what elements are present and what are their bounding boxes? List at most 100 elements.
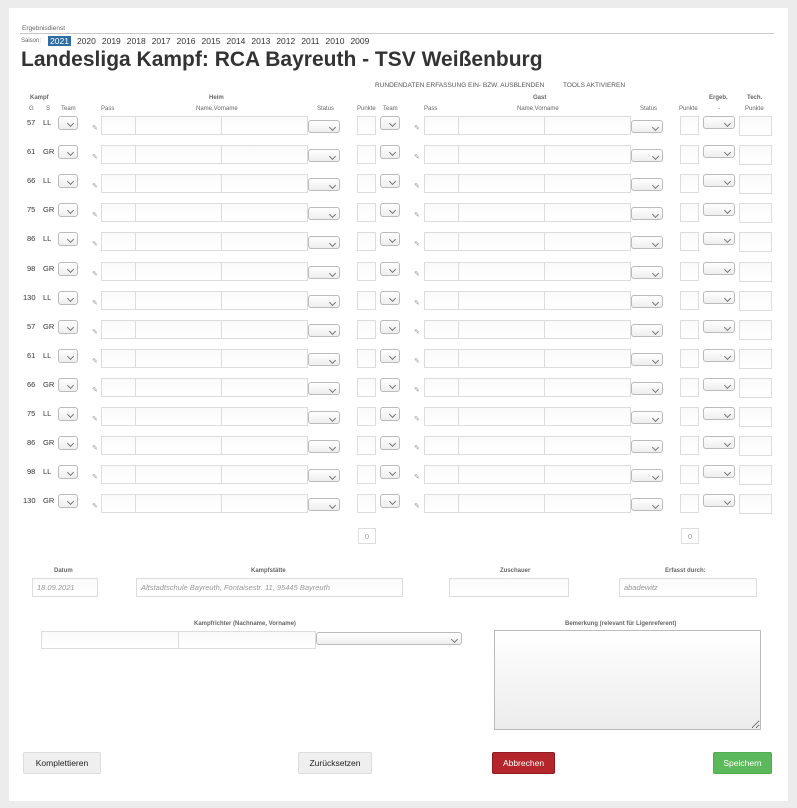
gast-points-field[interactable] — [680, 378, 699, 397]
heim-points-field[interactable] — [357, 145, 376, 164]
tech-points-field[interactable] — [739, 436, 772, 456]
heim-firstname-field[interactable] — [221, 145, 308, 164]
kampfstaette-field[interactable]: Altstadtschule Bayreuth, Fontaisestr. 11… — [136, 578, 403, 597]
heim-status-select[interactable] — [308, 382, 340, 395]
gast-edit-icon[interactable]: ✎ — [414, 270, 420, 278]
gast-firstname-field[interactable] — [544, 174, 631, 193]
gast-lastname-field[interactable] — [458, 291, 545, 310]
heim-firstname-field[interactable] — [221, 494, 308, 513]
heim-pass-field[interactable] — [101, 145, 136, 164]
gast-points-field[interactable] — [680, 349, 699, 368]
ergebnis-select[interactable] — [703, 436, 735, 449]
gast-edit-icon[interactable]: ✎ — [414, 386, 420, 394]
heim-team-select[interactable] — [58, 291, 78, 305]
heim-firstname-field[interactable] — [221, 320, 308, 339]
heim-status-select[interactable] — [308, 266, 340, 279]
gast-team-select[interactable] — [380, 232, 400, 246]
heim-points-field[interactable] — [357, 291, 376, 310]
heim-firstname-field[interactable] — [221, 436, 308, 455]
gast-team-select[interactable] — [380, 465, 400, 479]
gast-firstname-field[interactable] — [544, 145, 631, 164]
gast-lastname-field[interactable] — [458, 116, 545, 135]
tech-points-field[interactable] — [739, 407, 772, 427]
gast-lastname-field[interactable] — [458, 407, 545, 426]
heim-points-field[interactable] — [357, 203, 376, 222]
gast-points-field[interactable] — [680, 465, 699, 484]
heim-team-select[interactable] — [58, 494, 78, 508]
heim-points-field[interactable] — [357, 465, 376, 484]
heim-edit-icon[interactable]: ✎ — [92, 473, 98, 481]
heim-edit-icon[interactable]: ✎ — [92, 240, 98, 248]
gast-pass-field[interactable] — [424, 174, 459, 193]
zuruecksetzen-button[interactable]: Zurücksetzen — [298, 752, 372, 774]
gast-points-field[interactable] — [680, 116, 699, 135]
gast-team-select[interactable] — [380, 145, 400, 159]
gast-lastname-field[interactable] — [458, 232, 545, 251]
season-year-2011[interactable]: 2011 — [301, 36, 319, 46]
ergebnis-select[interactable] — [703, 116, 735, 129]
heim-points-field[interactable] — [357, 407, 376, 426]
gast-points-field[interactable] — [680, 174, 699, 193]
gast-team-select[interactable] — [380, 116, 400, 130]
gast-lastname-field[interactable] — [458, 174, 545, 193]
heim-status-select[interactable] — [308, 498, 340, 511]
komplettieren-button[interactable]: Komplettieren — [23, 752, 101, 774]
gast-pass-field[interactable] — [424, 291, 459, 310]
heim-pass-field[interactable] — [101, 407, 136, 426]
heim-points-field[interactable] — [357, 116, 376, 135]
heim-edit-icon[interactable]: ✎ — [92, 357, 98, 365]
gast-edit-icon[interactable]: ✎ — [414, 328, 420, 336]
season-year-2010[interactable]: 2010 — [326, 36, 345, 46]
gast-firstname-field[interactable] — [544, 465, 631, 484]
heim-lastname-field[interactable] — [135, 407, 222, 426]
bemerkung-textarea[interactable] — [494, 630, 761, 730]
season-year-2014[interactable]: 2014 — [226, 36, 245, 46]
tech-points-field[interactable] — [739, 320, 772, 340]
gast-edit-icon[interactable]: ✎ — [414, 153, 420, 161]
heim-points-field[interactable] — [357, 320, 376, 339]
heim-status-select[interactable] — [308, 353, 340, 366]
gast-team-select[interactable] — [380, 291, 400, 305]
season-year-2015[interactable]: 2015 — [202, 36, 221, 46]
heim-edit-icon[interactable]: ✎ — [92, 182, 98, 190]
tech-points-field[interactable] — [739, 262, 772, 282]
gast-lastname-field[interactable] — [458, 203, 545, 222]
season-year-2009[interactable]: 2009 — [350, 36, 369, 46]
gast-lastname-field[interactable] — [458, 262, 545, 281]
heim-edit-icon[interactable]: ✎ — [92, 444, 98, 452]
heim-lastname-field[interactable] — [135, 203, 222, 222]
heim-status-select[interactable] — [308, 149, 340, 162]
gast-firstname-field[interactable] — [544, 116, 631, 135]
datum-field[interactable]: 18.09.2021 — [32, 578, 98, 597]
gast-edit-icon[interactable]: ✎ — [414, 124, 420, 132]
heim-team-select[interactable] — [58, 320, 78, 334]
gast-edit-icon[interactable]: ✎ — [414, 502, 420, 510]
gast-points-field[interactable] — [680, 291, 699, 310]
gast-edit-icon[interactable]: ✎ — [414, 473, 420, 481]
tech-points-field[interactable] — [739, 232, 772, 252]
gast-points-field[interactable] — [680, 262, 699, 281]
heim-edit-icon[interactable]: ✎ — [92, 299, 98, 307]
heim-team-select[interactable] — [58, 378, 78, 392]
ergebnis-select[interactable] — [703, 203, 735, 216]
ergebnis-select[interactable] — [703, 465, 735, 478]
ergebnis-select[interactable] — [703, 145, 735, 158]
heim-pass-field[interactable] — [101, 320, 136, 339]
season-year-2018[interactable]: 2018 — [127, 36, 146, 46]
heim-pass-field[interactable] — [101, 494, 136, 513]
tech-points-field[interactable] — [739, 291, 772, 311]
heim-status-select[interactable] — [308, 236, 340, 249]
gast-edit-icon[interactable]: ✎ — [414, 240, 420, 248]
season-year-2012[interactable]: 2012 — [276, 36, 295, 46]
gast-pass-field[interactable] — [424, 232, 459, 251]
heim-firstname-field[interactable] — [221, 174, 308, 193]
heim-status-select[interactable] — [308, 120, 340, 133]
heim-pass-field[interactable] — [101, 232, 136, 251]
ergebnis-select[interactable] — [703, 494, 735, 507]
gast-pass-field[interactable] — [424, 203, 459, 222]
heim-edit-icon[interactable]: ✎ — [92, 502, 98, 510]
heim-points-field[interactable] — [357, 494, 376, 513]
heim-team-select[interactable] — [58, 349, 78, 363]
gast-points-field[interactable] — [680, 232, 699, 251]
ergebnis-select[interactable] — [703, 262, 735, 275]
